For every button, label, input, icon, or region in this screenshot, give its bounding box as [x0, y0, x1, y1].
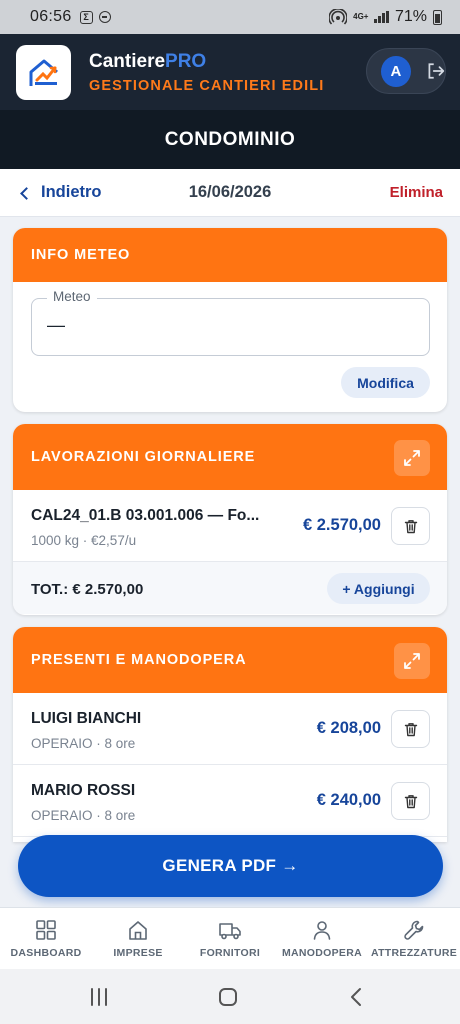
notification-badge-icon: Σ [79, 10, 93, 24]
truck-icon [219, 922, 241, 939]
back-nav-icon[interactable] [346, 986, 368, 1008]
network-type: 4G+ [353, 12, 369, 21]
presenti-card: PRESENTI E MANODOPERA LUIGI BIANCHI OPER… [13, 627, 447, 842]
brand-subtitle: GESTIONALE CANTIERI EDILI [89, 77, 325, 94]
user-box: A [366, 48, 446, 94]
nav-label: ATTREZZATURE [370, 946, 458, 959]
wrench-icon [404, 920, 424, 940]
list-item[interactable]: LUIGI BIANCHI OPERAIO · 8 ore € 208,00 [13, 693, 447, 765]
avatar[interactable]: A [381, 55, 411, 87]
chevron-left-icon [20, 186, 33, 200]
user-icon [313, 920, 331, 940]
back-label: Indietro [41, 183, 102, 201]
add-button[interactable]: + Aggiungi [327, 573, 430, 604]
hotspot-icon [329, 9, 348, 25]
nav-manodopera[interactable]: MANODOPERA [276, 908, 368, 969]
status-bar: 06:56 Σ 4G+ 71% [0, 0, 460, 34]
worker-subtitle: OPERAIO · 8 ore [31, 736, 136, 751]
meteo-card: INFO METEO Meteo — Modifica [13, 228, 447, 412]
trash-icon [404, 794, 417, 808]
nav-fornitori[interactable]: FORNITORI [184, 908, 276, 969]
home-icon [129, 920, 147, 940]
status-time: 06:56 [30, 8, 72, 25]
nav-label: DASHBOARD [10, 946, 82, 959]
app-header: CantierePRO GESTIONALE CANTIERI EDILI A [0, 34, 460, 110]
bottom-nav: DASHBOARD IMPRESE FORNITORI MANODOPERA A… [0, 907, 460, 969]
total-row: TOT.: € 2.570,00 + Aggiungi [13, 562, 447, 614]
nav-attrezzature[interactable]: ATTREZZATURE [368, 908, 460, 969]
signal-icon [374, 11, 389, 23]
nav-label: MANODOPERA [281, 946, 362, 959]
nav-label: FORNITORI [199, 946, 261, 959]
list-item[interactable]: MARIO ROSSI OPERAIO · 8 ore € 240,00 [13, 765, 447, 837]
lavorazioni-header-label: LAVORAZIONI GIORNALIERE [31, 449, 256, 465]
meteo-field-value: — [47, 315, 65, 335]
presenti-header-label: PRESENTI E MANODOPERA [31, 652, 247, 668]
status-notification-icons: Σ [79, 10, 111, 24]
worker-name: LUIGI BIANCHI [31, 710, 142, 727]
delete-button[interactable]: Elimina [390, 184, 443, 201]
lavorazioni-card-header: LAVORAZIONI GIORNALIERE [13, 424, 447, 490]
brand-main: Cantiere [89, 50, 166, 72]
brand-block: CantierePRO GESTIONALE CANTIERI EDILI [89, 51, 324, 94]
brand-name: CantierePRO [89, 51, 324, 73]
do-not-disturb-icon [98, 11, 111, 23]
expand-button[interactable] [394, 440, 430, 476]
worker-subtitle: OPERAIO · 8 ore [31, 808, 136, 823]
logo-icon [29, 59, 58, 86]
expand-button[interactable] [394, 643, 430, 679]
logout-icon[interactable] [427, 62, 445, 80]
lavorazione-title: CAL24_01.B 03.001.006 — Fo... [31, 507, 260, 524]
page-title: CONDOMINIO [0, 110, 460, 169]
worker-amount: € 240,00 [316, 791, 381, 809]
presenti-card-header: PRESENTI E MANODOPERA [13, 627, 447, 693]
nav-dashboard[interactable]: DASHBOARD [0, 908, 92, 969]
delete-row-button[interactable] [391, 710, 430, 748]
lavorazione-subtitle: 1000 kg · €2,57/u [31, 533, 137, 548]
trash-icon [404, 519, 417, 533]
edit-meteo-button[interactable]: Modifica [341, 367, 430, 398]
meteo-card-header: INFO METEO [13, 228, 447, 282]
brand-accent: PRO [165, 50, 207, 72]
battery-icon [433, 9, 442, 25]
system-nav-bar [0, 969, 460, 1024]
meteo-field[interactable]: Meteo — [31, 289, 430, 356]
delete-row-button[interactable] [391, 507, 430, 545]
list-item[interactable]: CAL24_01.B 03.001.006 — Fo... 1000 kg · … [13, 490, 447, 562]
nav-imprese[interactable]: IMPRESE [92, 908, 184, 969]
lavorazioni-card: LAVORAZIONI GIORNALIERE CAL24_01.B 03.00… [13, 424, 447, 615]
delete-row-button[interactable] [391, 782, 430, 820]
worker-name: MARIO ROSSI [31, 782, 136, 799]
expand-icon [404, 450, 420, 466]
worker-amount: € 208,00 [316, 719, 381, 737]
page-nav-bar: Indietro 16/06/2026 Elimina [0, 169, 460, 217]
total-label: TOT.: € 2.570,00 [31, 581, 144, 598]
grid-icon [36, 919, 56, 940]
back-button[interactable]: Indietro [20, 183, 102, 202]
nav-label: IMPRESE [113, 946, 163, 959]
app-logo [16, 44, 71, 100]
expand-icon [404, 653, 420, 669]
meteo-field-label: Meteo [47, 289, 97, 304]
home-button-icon[interactable] [217, 986, 239, 1008]
battery-percent: 71% [394, 8, 427, 25]
recent-apps-icon[interactable] [88, 986, 110, 1008]
generate-pdf-button[interactable]: GENERA PDF → [18, 835, 443, 897]
lavorazione-amount: € 2.570,00 [303, 516, 381, 534]
trash-icon [404, 722, 417, 736]
